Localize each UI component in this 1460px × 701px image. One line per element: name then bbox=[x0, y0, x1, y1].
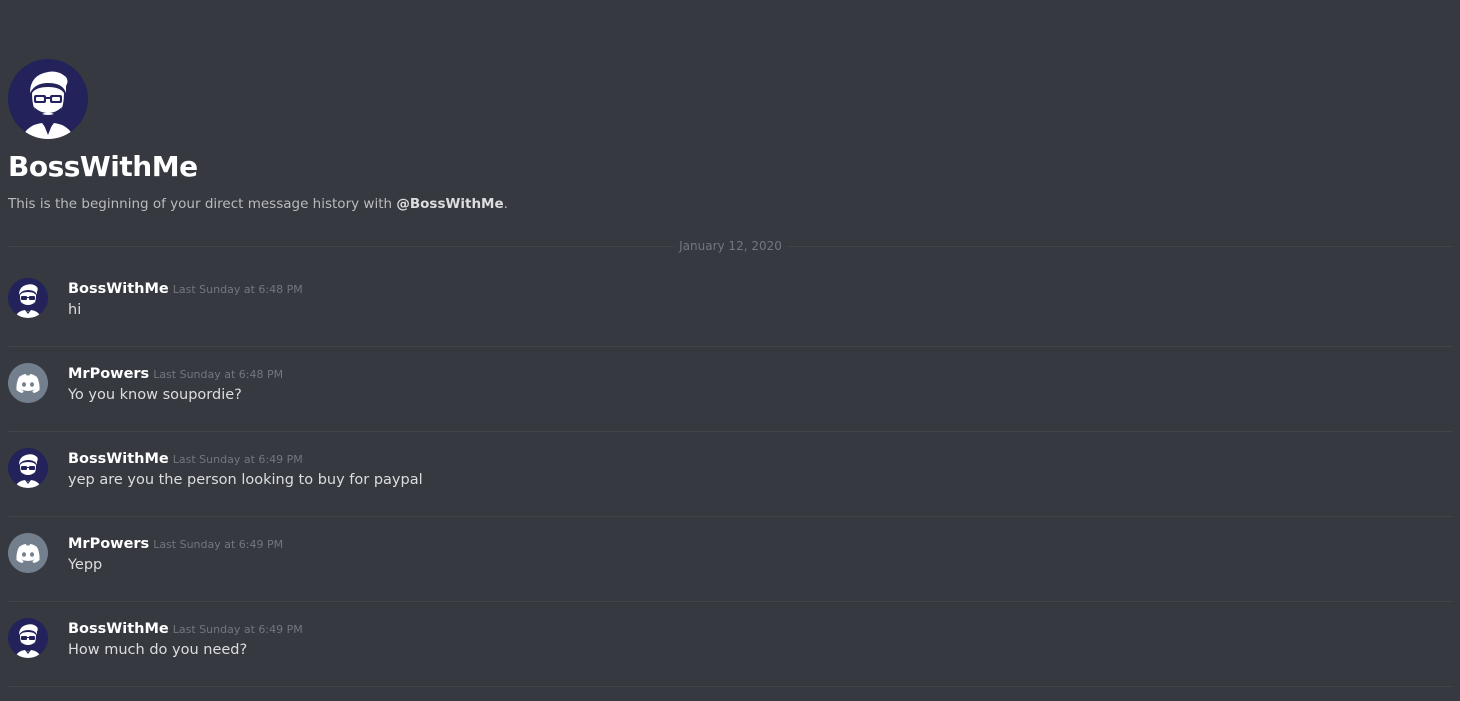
message-content: hi bbox=[68, 302, 82, 318]
dm-title: BossWithMe bbox=[8, 150, 198, 183]
message-timestamp: Last Sunday at 6:48 PM bbox=[153, 368, 284, 381]
message-item: BossWithMe Last Sunday at 6:49 PM yep are… bbox=[8, 432, 1453, 517]
message-author[interactable]: MrPowers bbox=[68, 536, 149, 552]
intro-desc-prefix: This is the beginning of your direct mes… bbox=[8, 196, 397, 212]
message-author[interactable]: MrPowers bbox=[68, 366, 149, 382]
message-header: BossWithMe Last Sunday at 6:48 PM bbox=[68, 278, 303, 300]
message-content: How much do you need? bbox=[68, 642, 248, 658]
bearded-man-glasses-icon[interactable] bbox=[8, 618, 48, 658]
message-author[interactable]: BossWithMe bbox=[68, 621, 169, 637]
message-item: MrPowers Last Sunday at 6:48 PM Yo you kn… bbox=[8, 347, 1453, 432]
intro-desc-suffix: . bbox=[503, 196, 508, 212]
user-mention[interactable]: @BossWithMe bbox=[396, 196, 503, 212]
message-author[interactable]: BossWithMe bbox=[68, 281, 169, 297]
date-divider-label: January 12, 2020 bbox=[673, 238, 788, 254]
message-header: MrPowers Last Sunday at 6:49 PM bbox=[68, 533, 283, 555]
bearded-man-glasses-icon[interactable] bbox=[8, 59, 88, 139]
bearded-man-glasses-icon[interactable] bbox=[8, 278, 48, 318]
dm-intro bbox=[8, 59, 88, 139]
message-content: Yo you know soupordie? bbox=[68, 387, 242, 403]
message-header: MrPowers Last Sunday at 6:48 PM bbox=[68, 363, 283, 385]
message-timestamp: Last Sunday at 6:49 PM bbox=[153, 538, 284, 551]
message-item: BossWithMe Last Sunday at 6:48 PM hi bbox=[8, 262, 1453, 347]
dm-intro-description: This is the beginning of your direct mes… bbox=[8, 196, 508, 212]
bearded-man-glasses-icon[interactable] bbox=[8, 448, 48, 488]
discord-logo-icon[interactable] bbox=[8, 533, 48, 573]
message-header: BossWithMe Last Sunday at 6:49 PM bbox=[68, 448, 303, 470]
message-timestamp: Last Sunday at 6:49 PM bbox=[172, 453, 303, 466]
message-author[interactable]: BossWithMe bbox=[68, 451, 169, 467]
date-divider: January 12, 2020 bbox=[8, 238, 1453, 254]
message-item: MrPowers Last Sunday at 6:49 PM Yepp bbox=[8, 517, 1453, 602]
discord-logo-icon[interactable] bbox=[8, 363, 48, 403]
message-content: yep are you the person looking to buy fo… bbox=[68, 472, 423, 488]
message-content: Yepp bbox=[68, 557, 103, 573]
message-timestamp: Last Sunday at 6:48 PM bbox=[172, 283, 303, 296]
message-header: BossWithMe Last Sunday at 6:49 PM bbox=[68, 618, 303, 640]
dm-channel: BossWithMe This is the beginning of your… bbox=[0, 0, 1460, 701]
message-timestamp: Last Sunday at 6:49 PM bbox=[172, 623, 303, 636]
message-item: BossWithMe Last Sunday at 6:49 PM How muc… bbox=[8, 602, 1453, 687]
message-list: BossWithMe Last Sunday at 6:48 PM hi MrPo… bbox=[8, 262, 1453, 687]
